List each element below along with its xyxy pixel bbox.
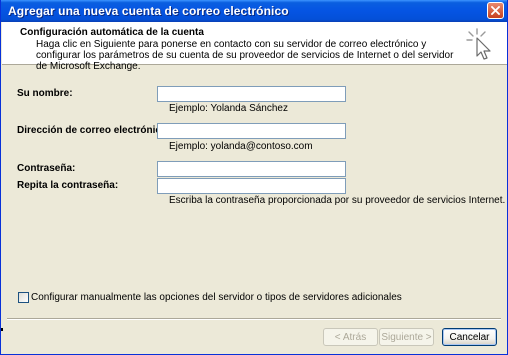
name-hint: Ejemplo: Yolanda Sánchez <box>169 103 288 114</box>
header-description: Haga clic en Siguiente para ponerse en c… <box>36 39 454 72</box>
close-button[interactable] <box>487 2 504 19</box>
dialog-window: Agregar una nueva cuenta de correo elect… <box>0 0 508 355</box>
confirm-password-input[interactable] <box>157 178 346 194</box>
next-button[interactable]: Siguiente > <box>379 328 434 346</box>
footer-separator <box>7 318 501 320</box>
email-label: Dirección de correo electrónico: <box>17 125 171 136</box>
title-bar[interactable]: Agregar una nueva cuenta de correo elect… <box>1 0 507 22</box>
mouse-cursor-icon <box>466 28 491 60</box>
window-title: Agregar una nueva cuenta de correo elect… <box>8 4 289 18</box>
name-input[interactable] <box>157 86 346 102</box>
password-hint: Escriba la contraseña proporcionada por … <box>169 195 506 206</box>
close-icon <box>491 6 500 15</box>
back-button[interactable]: < Atrás <box>323 328 378 346</box>
name-label: Su nombre: <box>17 88 73 99</box>
edge-mark <box>1 328 3 331</box>
cancel-button[interactable]: Cancelar <box>442 328 497 346</box>
header-title: Configuración automática de la cuenta <box>20 27 204 38</box>
password-input[interactable] <box>157 161 346 177</box>
manual-config-label[interactable]: Configurar manualmente las opciones del … <box>31 292 402 303</box>
confirm-password-label: Repita la contraseña: <box>17 180 119 191</box>
email-hint: Ejemplo: yolanda@contoso.com <box>169 141 313 152</box>
manual-config-checkbox[interactable] <box>18 292 29 303</box>
header-panel: Configuración automática de la cuenta Ha… <box>2 22 507 72</box>
password-label: Contraseña: <box>17 163 76 174</box>
email-input[interactable] <box>157 123 346 139</box>
